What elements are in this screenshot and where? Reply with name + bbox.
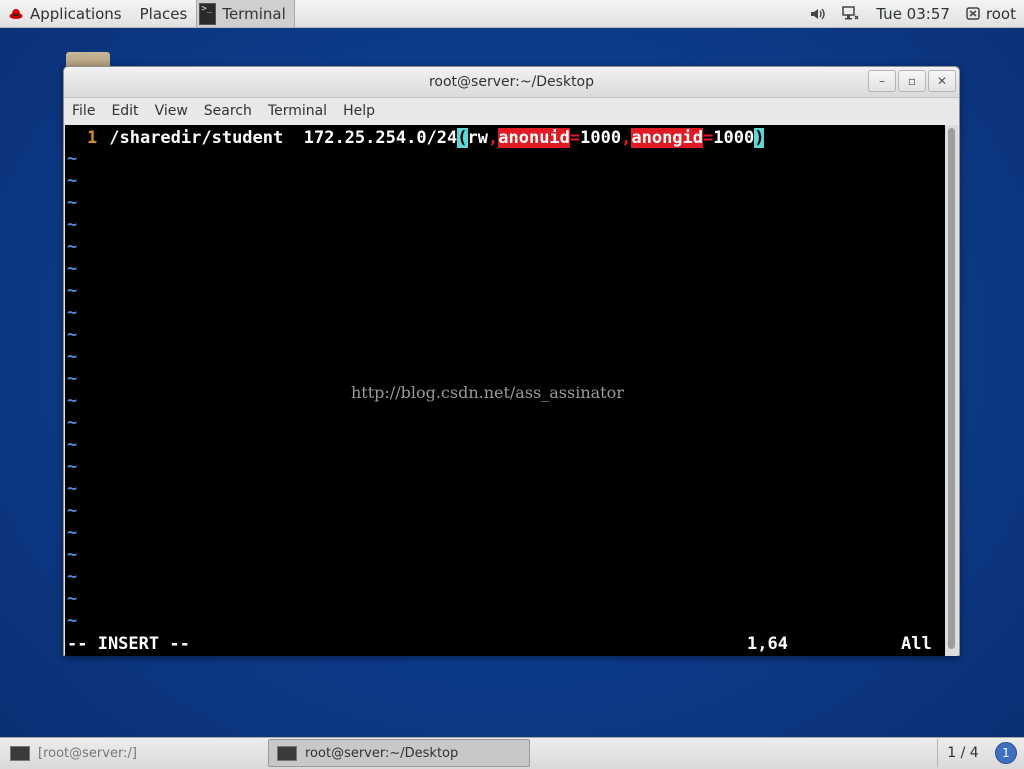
- empty-line-marker: ~: [67, 237, 78, 257]
- scroll-position: All: [901, 634, 932, 654]
- maximize-button[interactable]: ▫: [898, 70, 926, 92]
- menu-edit[interactable]: Edit: [103, 103, 146, 119]
- empty-line-marker: ~: [67, 193, 78, 213]
- menu-file[interactable]: File: [64, 103, 103, 119]
- comma: ,: [488, 128, 499, 148]
- window-controls: – ▫ ✕: [866, 70, 956, 92]
- export-path: /sharedir/student: [109, 128, 284, 148]
- empty-line-marker: ~: [67, 457, 78, 477]
- user-icon: [966, 7, 980, 20]
- empty-line-marker: ~: [67, 369, 78, 389]
- notification-badge[interactable]: 1: [995, 742, 1017, 764]
- vim-mode-indicator: -- INSERT --: [67, 634, 190, 654]
- option-rw: rw: [467, 128, 488, 148]
- top-panel: Applications Places >_ Terminal Tue 03:5…: [0, 0, 1024, 28]
- empty-line-marker: ~: [67, 589, 78, 609]
- window-titlebar[interactable]: root@server:~/Desktop – ▫ ✕: [64, 67, 959, 98]
- system-tray: Tue 03:57 root: [802, 0, 1024, 27]
- comma: ,: [621, 128, 632, 148]
- empty-line-marker: ~: [67, 281, 78, 301]
- places-label: Places: [139, 4, 188, 23]
- equals: =: [703, 128, 714, 148]
- menu-terminal[interactable]: Terminal: [260, 103, 335, 119]
- empty-line-marker: ~: [67, 523, 78, 543]
- empty-line-marker: ~: [67, 259, 78, 279]
- cursor-position: 1,64: [747, 634, 788, 654]
- anongid-value: 1000: [713, 128, 755, 148]
- empty-line-marker: ~: [67, 567, 78, 587]
- anonuid-value: 1000: [580, 128, 622, 148]
- menu-view[interactable]: View: [147, 103, 196, 119]
- minimize-button[interactable]: –: [868, 70, 896, 92]
- empty-line-marker: ~: [67, 545, 78, 565]
- equals: =: [569, 128, 581, 148]
- active-app-label: Terminal: [222, 4, 286, 23]
- active-app-menu[interactable]: >_ Terminal: [196, 0, 295, 27]
- terminal-app-icon: >_: [199, 2, 217, 25]
- user-label: root: [985, 4, 1016, 23]
- menu-search[interactable]: Search: [196, 103, 260, 119]
- paren-open: (: [457, 128, 468, 148]
- empty-line-marker: ~: [67, 325, 78, 345]
- empty-line-marker: ~: [67, 435, 78, 455]
- empty-line-marker: ~: [67, 413, 78, 433]
- editor-line: 1/sharedir/student 172.25.254.0/24(rw,an…: [65, 127, 765, 149]
- empty-line-marker: ~: [67, 215, 78, 235]
- network-icon[interactable]: [834, 0, 868, 27]
- minimize-icon: –: [879, 74, 885, 88]
- empty-line-marker: ~: [67, 501, 78, 521]
- terminal-window: root@server:~/Desktop – ▫ ✕ File Edit Vi…: [63, 66, 960, 656]
- terminal-icon: [277, 745, 297, 761]
- empty-line-marker: ~: [67, 149, 78, 169]
- volume-icon[interactable]: [802, 0, 834, 27]
- export-network: 172.25.254.0/24: [303, 128, 458, 148]
- taskbar-item-terminal-desktop[interactable]: root@server:~/Desktop: [268, 739, 530, 767]
- menu-bar: File Edit View Search Terminal Help: [64, 98, 959, 124]
- empty-line-marker: ~: [67, 303, 78, 323]
- close-icon: ✕: [936, 74, 948, 88]
- clock[interactable]: Tue 03:57: [868, 0, 958, 27]
- taskbar-item-label: [root@server:/]: [38, 745, 137, 761]
- applications-menu[interactable]: Applications: [0, 0, 131, 27]
- window-title: root@server:~/Desktop: [428, 74, 595, 90]
- maximize-icon: ▫: [907, 74, 917, 88]
- user-menu[interactable]: root: [958, 0, 1024, 27]
- scrollbar[interactable]: [945, 125, 958, 656]
- empty-line-marker: ~: [67, 611, 78, 631]
- terminal-icon: [10, 745, 30, 761]
- redhat-logo-icon: [9, 8, 23, 19]
- option-anongid: anongid: [631, 128, 704, 148]
- workspace-pager[interactable]: 1 / 4: [937, 739, 988, 767]
- scrollbar-thumb[interactable]: [948, 128, 955, 649]
- line-number: 1: [87, 128, 98, 148]
- paren-close: ): [754, 128, 765, 148]
- places-menu[interactable]: Places: [131, 0, 197, 27]
- taskbar-item-terminal-root[interactable]: [root@server:/]: [2, 739, 264, 767]
- empty-line-marker: ~: [67, 347, 78, 367]
- applications-label: Applications: [30, 4, 122, 23]
- menu-help[interactable]: Help: [335, 103, 383, 119]
- option-anonuid: anonuid: [498, 128, 570, 148]
- watermark: http://blog.csdn.net/ass_assinator: [351, 383, 624, 402]
- empty-line-marker: ~: [67, 479, 78, 499]
- taskbar-item-label: root@server:~/Desktop: [305, 745, 459, 761]
- bottom-panel: [root@server:/] root@server:~/Desktop 1 …: [0, 737, 1024, 769]
- empty-line-marker: ~: [67, 391, 78, 411]
- terminal-content[interactable]: 1/sharedir/student 172.25.254.0/24(rw,an…: [65, 125, 945, 656]
- close-button[interactable]: ✕: [928, 70, 956, 92]
- empty-line-marker: ~: [67, 171, 78, 191]
